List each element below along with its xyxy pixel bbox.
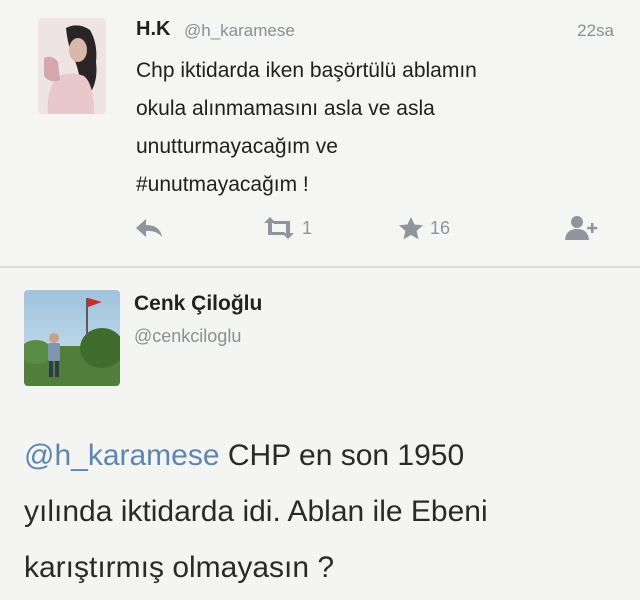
tweet-text: @h_karamese CHP en son 1950 yılında ikti… xyxy=(24,428,624,596)
retweet-button[interactable]: 1 xyxy=(262,208,312,248)
hashtag[interactable]: #unutmayacağım ! xyxy=(136,166,616,204)
tweet-timestamp[interactable]: 22sa xyxy=(577,21,614,41)
tweet-card-1: H.K @h_karamese 22sa Chp iktidarda iken … xyxy=(0,0,640,266)
tweet-card-2: Cenk Çiloğlu @cenkciloglu @h_karamese CH… xyxy=(0,268,640,600)
avatar[interactable] xyxy=(38,18,106,114)
follow-user-icon xyxy=(564,214,600,242)
retweet-count: 1 xyxy=(302,217,313,238)
follow-button[interactable] xyxy=(564,208,600,248)
tweet-text: Chp iktidarda iken başörtülü ablamın oku… xyxy=(136,52,616,204)
reply-button[interactable] xyxy=(134,208,164,248)
tweet-text-line: yılında iktidarda idi. Ablan ile Ebeni xyxy=(24,495,488,528)
tweet-text-fragment: CHP en son 1950 xyxy=(219,439,465,472)
author-name[interactable]: H.K xyxy=(136,18,170,41)
author-handle[interactable]: @cenkciloglu xyxy=(134,326,241,347)
tweet-actions: 1 16 xyxy=(0,208,640,248)
avatar[interactable] xyxy=(24,290,120,386)
tweet-text-line: Chp iktidarda iken başörtülü ablamın xyxy=(136,59,477,82)
author-name[interactable]: Cenk Çiloğlu xyxy=(134,292,262,316)
tweet-text-line: okula alınmamasını asla ve asla xyxy=(136,97,435,120)
mention-link[interactable]: @h_karamese xyxy=(24,439,220,472)
tweet-text-line: unutturmayacağım ve xyxy=(136,135,338,158)
favorite-count: 16 xyxy=(430,217,451,238)
retweet-icon xyxy=(262,217,296,239)
star-icon xyxy=(398,216,424,240)
favorite-button[interactable]: 16 xyxy=(398,208,450,248)
reply-icon xyxy=(134,217,164,239)
tweet-text-line: karıştırmış olmayasın ? xyxy=(24,551,335,584)
author-handle[interactable]: @h_karamese xyxy=(184,21,295,41)
tweet-text-line: @h_karamese CHP en son 1950 xyxy=(24,428,624,484)
